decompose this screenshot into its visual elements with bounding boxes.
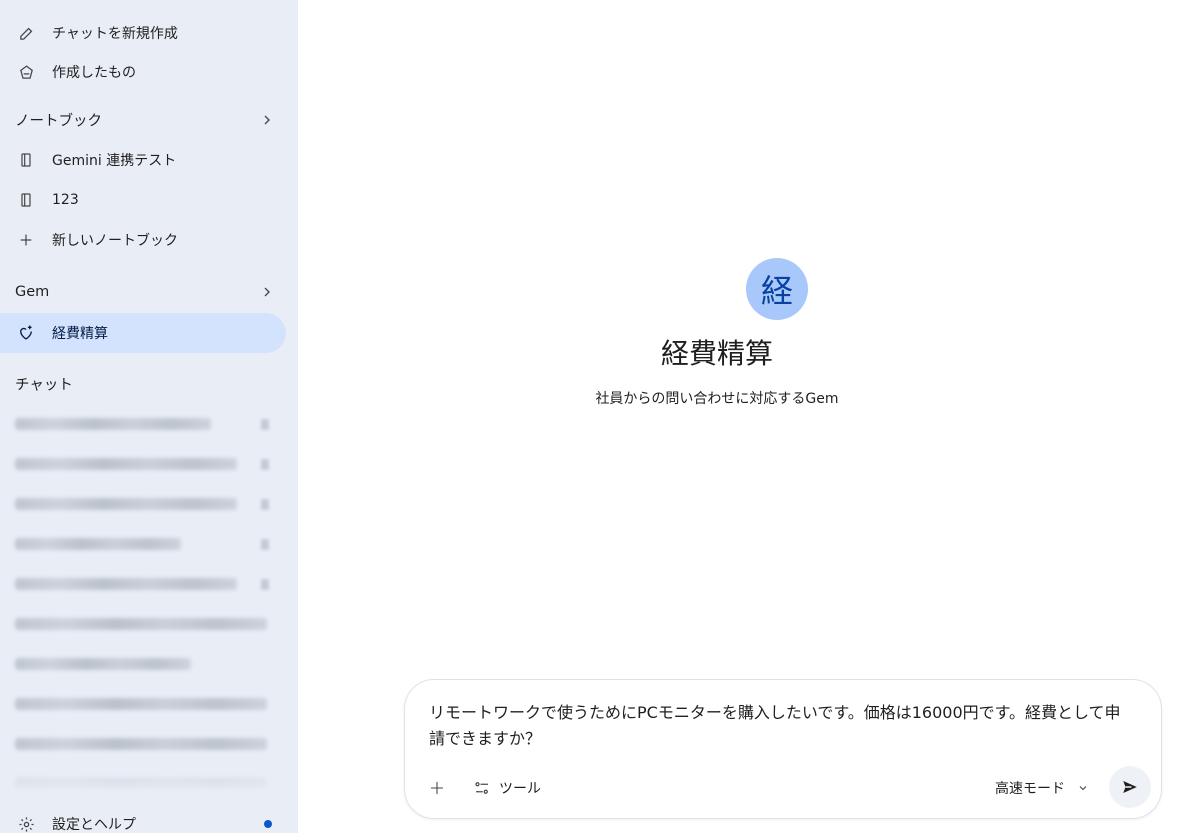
chat-history-item[interactable]: [0, 524, 298, 564]
gem-title: 経費精算: [660, 337, 773, 370]
tools-icon: [475, 782, 488, 794]
notebook-label: Gemini 連携テスト: [52, 153, 177, 169]
gem-section-header[interactable]: Gem: [0, 274, 298, 310]
notification-dot: [264, 820, 272, 828]
notebook-item[interactable]: 123: [0, 180, 298, 220]
chat-history-item[interactable]: [0, 684, 298, 724]
edit-icon: [17, 24, 35, 42]
add-attachment-button[interactable]: [427, 778, 447, 798]
chat-history-item[interactable]: [0, 724, 298, 764]
notebook-icon: [17, 191, 35, 209]
my-stuff-label: 作成したもの: [52, 65, 136, 81]
gem-outline-icon: [17, 63, 35, 81]
mode-label: 高速モード: [995, 781, 1065, 797]
settings-help-button[interactable]: 設定とヘルプ: [0, 804, 298, 833]
send-button[interactable]: [1109, 766, 1151, 808]
chat-history-item[interactable]: [0, 604, 298, 644]
notebook-item[interactable]: Gemini 連携テスト: [0, 140, 298, 180]
new-notebook-button[interactable]: 新しいノートブック: [0, 220, 298, 260]
chat-history-item[interactable]: [0, 564, 298, 604]
gem-section-label: Gem: [15, 284, 50, 300]
my-stuff-button[interactable]: 作成したもの: [0, 52, 298, 92]
notebook-label: 123: [52, 192, 79, 208]
gem-item-label: 経費精算: [52, 326, 108, 342]
tools-label: ツール: [499, 781, 541, 797]
chat-history-item[interactable]: [0, 404, 298, 444]
main-area: 経 経費精算 社員からの問い合わせに対応するGem リモートワークで使うためにP…: [298, 0, 1196, 833]
chevron-down-icon: [1079, 786, 1087, 791]
notebook-section-header[interactable]: ノートブック: [0, 102, 298, 138]
tools-button[interactable]: ツール: [473, 776, 541, 800]
notebook-icon: [17, 151, 35, 169]
prompt-composer: リモートワークで使うためにPCモニターを購入したいです。価格は16000円です。…: [404, 679, 1162, 819]
notebook-section-label: ノートブック: [15, 113, 102, 130]
gem-heart-icon: [17, 324, 35, 342]
chat-history-item[interactable]: [0, 484, 298, 524]
sidebar-fade: [0, 768, 298, 798]
chevron-right-icon: [259, 284, 275, 300]
new-notebook-label: 新しいノートブック: [52, 233, 178, 249]
chat-history-item[interactable]: [0, 444, 298, 484]
new-chat-button[interactable]: チャットを新規作成: [0, 13, 298, 53]
chat-history-item[interactable]: [0, 644, 298, 684]
gem-description: 社員からの問い合わせに対応するGem: [595, 391, 839, 407]
send-icon: [1123, 781, 1137, 793]
mode-selector[interactable]: 高速モード: [995, 776, 1089, 800]
gear-icon: [17, 815, 35, 833]
chat-section-label: チャット: [15, 377, 73, 394]
plus-icon: [431, 782, 443, 794]
new-chat-label: チャットを新規作成: [52, 26, 178, 42]
plus-icon: [17, 231, 35, 249]
sidebar: チャットを新規作成 作成したもの ノートブック Gemini 連携テスト 123…: [0, 0, 298, 833]
chevron-right-icon: [259, 112, 275, 128]
gem-avatar: 経: [746, 258, 808, 320]
settings-help-label: 設定とヘルプ: [52, 817, 136, 833]
prompt-input[interactable]: リモートワークで使うためにPCモニターを購入したいです。価格は16000円です。…: [429, 700, 1129, 752]
